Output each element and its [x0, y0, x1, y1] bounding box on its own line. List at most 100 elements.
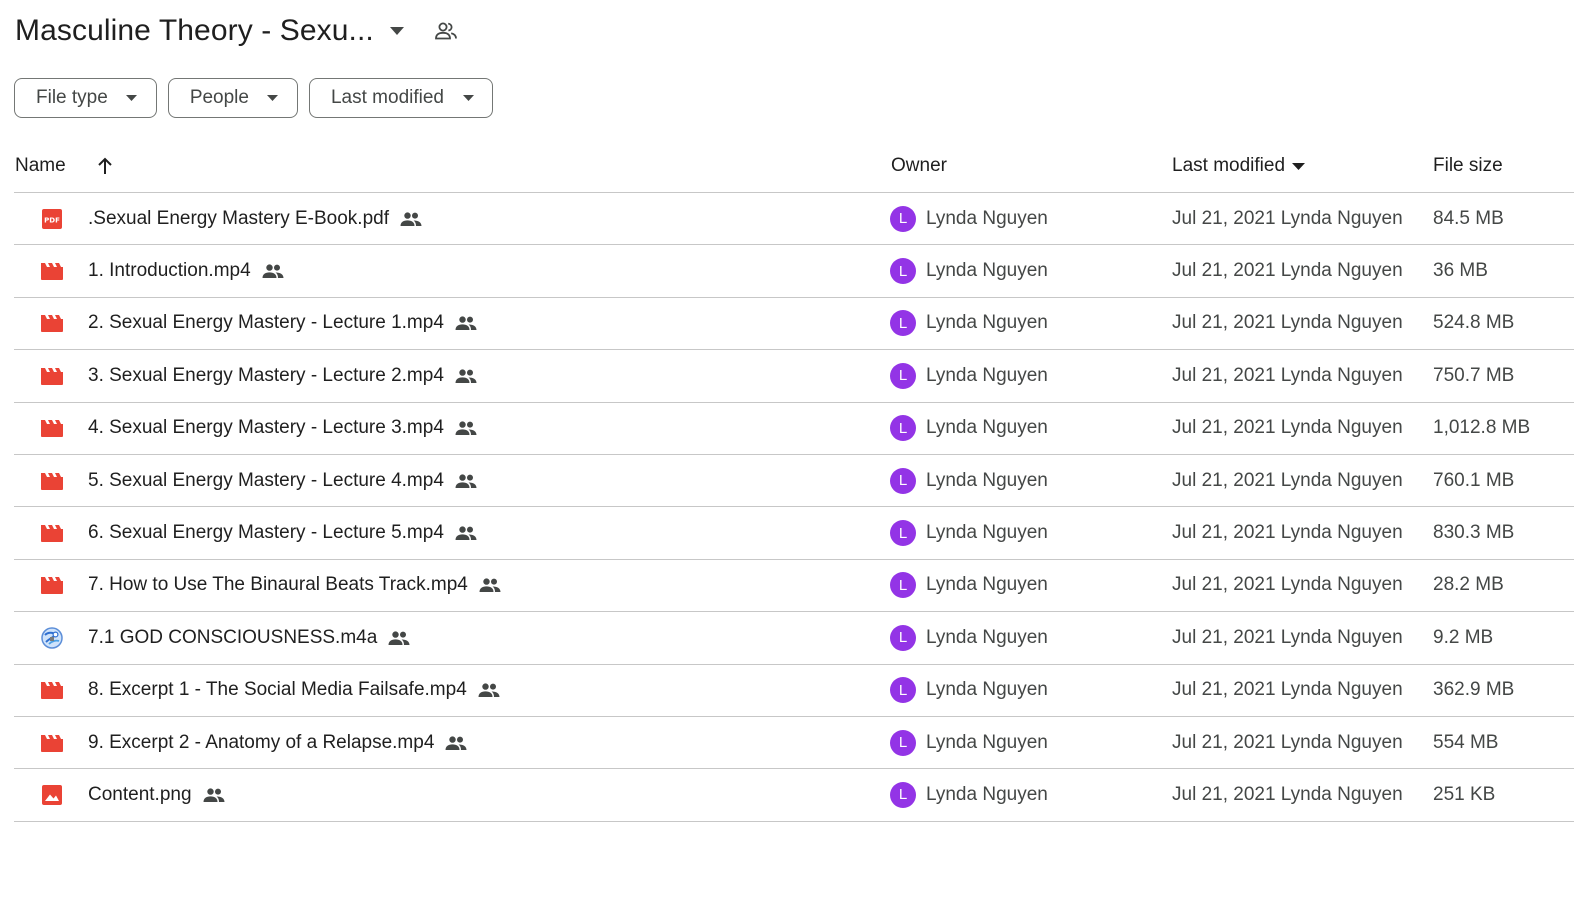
- file-name: .Sexual Energy Mastery E-Book.pdf: [88, 207, 389, 229]
- people-filter-label: People: [189, 87, 249, 108]
- table-row[interactable]: Content.png L Lynda Nguyen Jul 21, 2021 …: [14, 769, 1574, 822]
- avatar[interactable]: L: [890, 415, 916, 442]
- sort-ascending-arrow-icon[interactable]: [94, 155, 116, 177]
- shared-people-icon: [455, 525, 477, 541]
- owner-name: Lynda Nguyen: [926, 783, 1048, 805]
- avatar[interactable]: L: [890, 520, 916, 547]
- owner-cell: L Lynda Nguyen: [890, 560, 1048, 611]
- avatar[interactable]: L: [890, 677, 916, 704]
- last-modified-cell: Jul 21, 2021 Lynda Nguyen: [1172, 731, 1403, 753]
- shared-people-icon: [388, 630, 410, 646]
- last-modified-cell: Jul 21, 2021 Lynda Nguyen: [1172, 574, 1403, 596]
- shared-folder-people-icon[interactable]: [434, 19, 458, 43]
- last-modified-filter[interactable]: Last modified: [308, 78, 493, 118]
- shared-people-icon: [455, 473, 477, 489]
- shared-people-icon: [455, 420, 477, 436]
- table-header: Name Owner Last modified File size: [14, 140, 1574, 193]
- file-list-table: Name Owner Last modified File size PDF .…: [14, 140, 1574, 822]
- pdf-icon: PDF: [41, 208, 63, 230]
- file-name-cell[interactable]: 2. Sexual Energy Mastery - Lecture 1.mp4: [88, 298, 477, 349]
- avatar[interactable]: L: [890, 205, 916, 232]
- owner-name: Lynda Nguyen: [926, 469, 1048, 491]
- file-name-cell[interactable]: 8. Excerpt 1 - The Social Media Failsafe…: [88, 665, 500, 716]
- file-size-cell: 760.1 MB: [1433, 469, 1515, 491]
- table-row[interactable]: 1. Introduction.mp4 L Lynda Nguyen Jul 2…: [14, 245, 1574, 298]
- table-row[interactable]: PDF .Sexual Energy Mastery E-Book.pdf L …: [14, 193, 1574, 246]
- table-row[interactable]: 7. How to Use The Binaural Beats Track.m…: [14, 560, 1574, 613]
- chevron-down-icon[interactable]: [1291, 159, 1305, 173]
- video-icon: [41, 681, 63, 700]
- shared-people-icon: [455, 315, 477, 331]
- file-type-icon-cell: [40, 769, 64, 820]
- name-column-header[interactable]: Name: [15, 140, 116, 192]
- owner-column-header[interactable]: Owner: [891, 140, 947, 192]
- owner-column-label: Owner: [891, 155, 947, 176]
- file-name: 7.1 GOD CONSCIOUSNESS.m4a: [88, 626, 378, 648]
- owner-name: Lynda Nguyen: [926, 522, 1048, 544]
- shared-people-icon: [455, 368, 477, 384]
- last-modified-cell: Jul 21, 2021 Lynda Nguyen: [1172, 260, 1403, 282]
- avatar[interactable]: L: [890, 362, 916, 389]
- table-row[interactable]: 8. Excerpt 1 - The Social Media Failsafe…: [14, 665, 1574, 717]
- file-type-icon-cell: [40, 665, 64, 716]
- folder-title[interactable]: Masculine Theory - Sexu...: [15, 14, 374, 48]
- file-type-icon-cell: [40, 403, 64, 454]
- file-name-cell[interactable]: 7.1 GOD CONSCIOUSNESS.m4a: [88, 612, 410, 663]
- table-row[interactable]: 7.1 GOD CONSCIOUSNESS.m4a L Lynda Nguyen…: [14, 612, 1574, 665]
- avatar[interactable]: L: [890, 572, 916, 599]
- folder-menu-caret-icon[interactable]: [386, 20, 408, 42]
- owner-cell: L Lynda Nguyen: [890, 612, 1048, 663]
- file-size-column-label: File size: [1433, 155, 1503, 176]
- chevron-down-icon: [267, 92, 279, 104]
- owner-name: Lynda Nguyen: [926, 417, 1048, 439]
- table-row[interactable]: 5. Sexual Energy Mastery - Lecture 4.mp4…: [14, 455, 1574, 508]
- file-name-cell[interactable]: 1. Introduction.mp4: [88, 245, 284, 296]
- file-size-column-header[interactable]: File size: [1433, 140, 1503, 192]
- shared-people-icon: [203, 787, 225, 803]
- owner-name: Lynda Nguyen: [926, 260, 1048, 282]
- file-type-icon-cell: PDF: [40, 193, 64, 244]
- table-row[interactable]: 2. Sexual Energy Mastery - Lecture 1.mp4…: [14, 298, 1574, 351]
- file-name-cell[interactable]: Content.png: [88, 769, 225, 820]
- owner-name: Lynda Nguyen: [926, 626, 1048, 648]
- avatar[interactable]: L: [890, 310, 916, 337]
- chevron-down-icon: [126, 92, 138, 104]
- file-size-cell: 750.7 MB: [1433, 364, 1515, 386]
- avatar[interactable]: L: [890, 729, 916, 756]
- file-type-icon-cell: [40, 455, 64, 506]
- shared-people-icon: [262, 263, 284, 279]
- file-name-cell[interactable]: 3. Sexual Energy Mastery - Lecture 2.mp4: [88, 350, 477, 401]
- file-type-filter[interactable]: File type: [14, 78, 157, 118]
- file-name-cell[interactable]: .Sexual Energy Mastery E-Book.pdf: [88, 193, 422, 244]
- file-name-cell[interactable]: 4. Sexual Energy Mastery - Lecture 3.mp4: [88, 403, 477, 454]
- avatar[interactable]: L: [890, 624, 916, 651]
- owner-cell: L Lynda Nguyen: [890, 769, 1048, 820]
- file-size-cell: 28.2 MB: [1433, 574, 1504, 596]
- table-row[interactable]: 4. Sexual Energy Mastery - Lecture 3.mp4…: [14, 403, 1574, 455]
- file-name: 6. Sexual Energy Mastery - Lecture 5.mp4: [88, 522, 444, 544]
- people-filter[interactable]: People: [167, 78, 298, 118]
- file-type-icon-cell: [40, 560, 64, 611]
- avatar[interactable]: L: [890, 258, 916, 285]
- chevron-down-icon: [462, 92, 474, 104]
- video-icon: [41, 314, 63, 333]
- owner-name: Lynda Nguyen: [926, 364, 1048, 386]
- file-name-cell[interactable]: 9. Excerpt 2 - Anatomy of a Relapse.mp4: [88, 717, 467, 768]
- file-name-cell[interactable]: 5. Sexual Energy Mastery - Lecture 4.mp4: [88, 455, 477, 506]
- last-modified-column-header[interactable]: Last modified: [1172, 140, 1305, 192]
- file-size-cell: 830.3 MB: [1433, 522, 1515, 544]
- file-size-cell: 554 MB: [1433, 731, 1499, 753]
- table-row[interactable]: 9. Excerpt 2 - Anatomy of a Relapse.mp4 …: [14, 717, 1574, 770]
- file-name-cell[interactable]: 6. Sexual Energy Mastery - Lecture 5.mp4: [88, 507, 477, 558]
- file-type-icon-cell: [40, 507, 64, 558]
- file-type-icon-cell: [40, 717, 64, 768]
- table-row[interactable]: 3. Sexual Energy Mastery - Lecture 2.mp4…: [14, 350, 1574, 403]
- file-size-cell: 1,012.8 MB: [1433, 417, 1531, 439]
- avatar[interactable]: L: [890, 467, 916, 494]
- name-column-label: Name: [15, 155, 66, 176]
- video-icon: [41, 262, 63, 281]
- table-row[interactable]: 6. Sexual Energy Mastery - Lecture 5.mp4…: [14, 507, 1574, 560]
- owner-cell: L Lynda Nguyen: [890, 455, 1048, 506]
- avatar[interactable]: L: [890, 781, 916, 808]
- file-name-cell[interactable]: 7. How to Use The Binaural Beats Track.m…: [88, 560, 501, 611]
